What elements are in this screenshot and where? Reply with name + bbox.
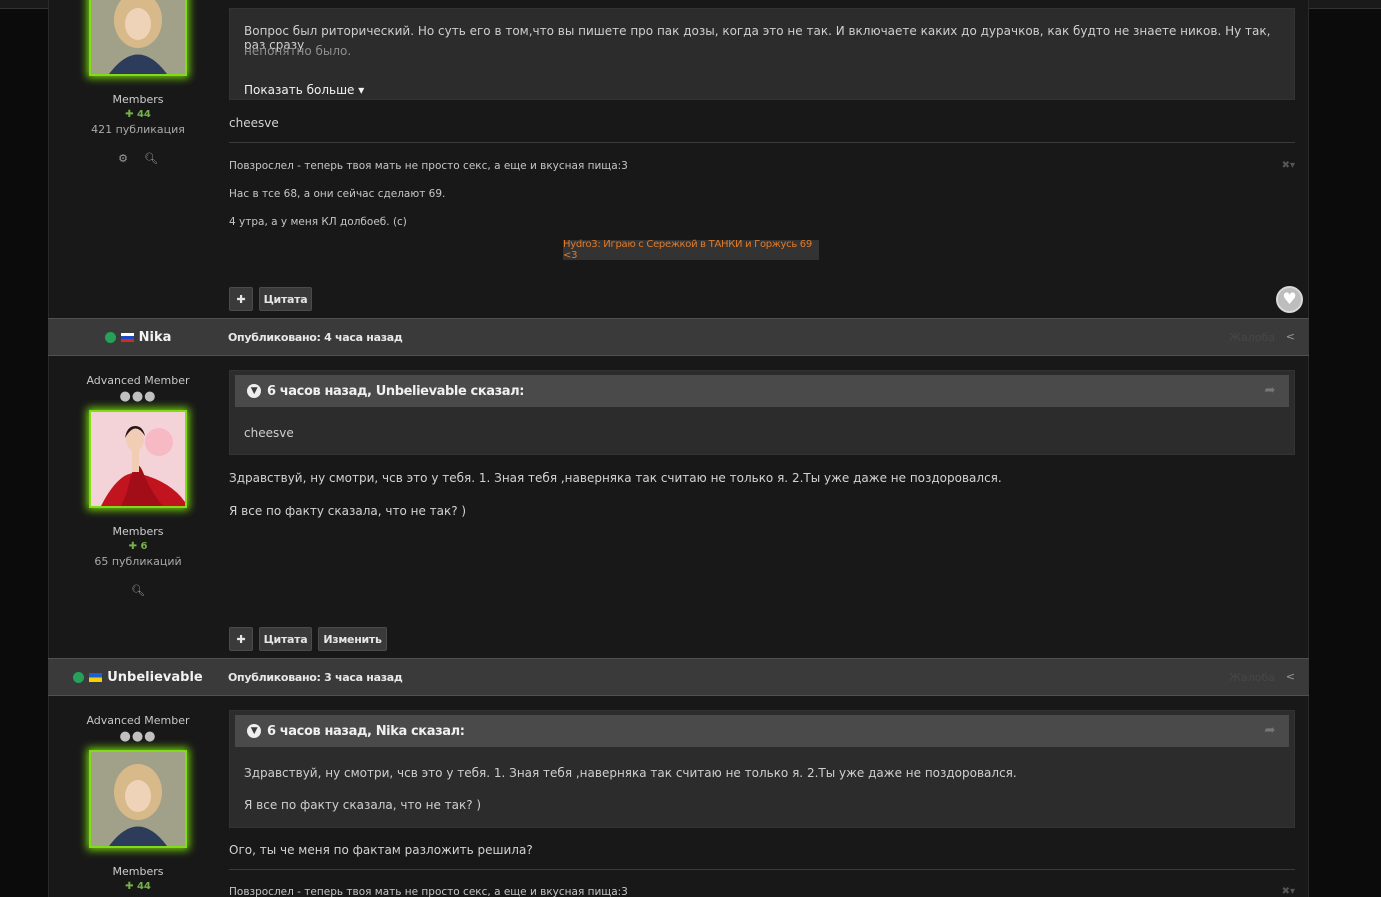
member-rank: Advanced Member xyxy=(86,714,190,727)
post-body: Ого, ты че меня по фактам разложить реши… xyxy=(229,843,533,857)
signature-separator xyxy=(229,142,1295,143)
quote-text-line: Я все по факту сказала, что не так? ) xyxy=(244,798,482,812)
report-link[interactable]: Жалоба xyxy=(1229,331,1275,344)
post-date: Опубликовано: 3 часа назад xyxy=(228,670,403,684)
member-group: Members xyxy=(112,93,164,106)
chevron-down-icon[interactable]: ▼ xyxy=(247,724,261,738)
quote-block: Вопрос был риторический. Но суть его в т… xyxy=(229,8,1295,100)
signature-line: 4 утра, а у меня КЛ долбоеб. (с) xyxy=(229,216,407,228)
post-body: cheesve xyxy=(229,116,279,130)
quote-header[interactable]: ▼ 6 часов назад, Unbelievable сказал: ➦ xyxy=(235,375,1289,407)
signature-separator xyxy=(229,869,1295,870)
post-date: Опубликовано: 4 часа назад xyxy=(228,330,403,344)
plus-circle-icon: ✚ xyxy=(125,109,137,120)
reputation: ✚ 6 xyxy=(128,541,148,552)
signature-line: Повзрослел - теперь твоя мать не просто … xyxy=(229,886,628,897)
rank-pips: ●●● xyxy=(119,389,157,404)
post-count: 65 публикаций xyxy=(94,555,182,568)
member-group: Members xyxy=(112,865,164,878)
post-body-line: Я все по факту сказала, что не так? ) xyxy=(229,504,467,518)
online-status-icon xyxy=(73,671,85,683)
member-rank: Advanced Member xyxy=(86,374,190,387)
forward-icon[interactable]: ➦ xyxy=(1265,723,1276,738)
search-icon[interactable]: 🔍︎ xyxy=(144,152,158,165)
quote-text-line: непонятно было. xyxy=(244,44,352,58)
avatar[interactable] xyxy=(89,0,187,76)
post2-author-panel: Advanced Member ●●● Members ✚ 6 65 публи… xyxy=(48,374,228,597)
avatar[interactable] xyxy=(89,750,187,848)
quote-button[interactable]: Цитата xyxy=(259,627,312,651)
signature-hide-icon[interactable]: ✖▾ xyxy=(1282,886,1295,897)
multiquote-button[interactable]: ✚ xyxy=(229,287,253,311)
forward-icon[interactable]: ➦ xyxy=(1265,383,1276,398)
author-name[interactable]: Unbelievable xyxy=(48,659,228,695)
quote-text-line: Здравствуй, ну смотри, чсв это у тебя. 1… xyxy=(244,766,1017,780)
author-name[interactable]: Nika xyxy=(48,319,228,355)
rank-pips: ●●● xyxy=(119,729,157,744)
signature-banner: Hydro3: Играю с Сережкой в ТАНКИ и Горжу… xyxy=(563,239,819,261)
show-more-link[interactable]: Показать больше ▾ xyxy=(244,83,364,97)
post-count: 421 публикация xyxy=(91,123,185,136)
avatar-image xyxy=(91,752,185,846)
post1-author-panel: Members ✚ 44 421 публикация ⚙ 🔍︎ xyxy=(48,0,228,165)
post3-author-panel: Advanced Member ●●● Members ✚ 44 xyxy=(48,714,228,892)
avatar-image xyxy=(91,0,185,74)
chevron-down-icon[interactable]: ▼ xyxy=(247,384,261,398)
avatar-image xyxy=(91,412,185,506)
multiquote-button[interactable]: ✚ xyxy=(229,627,253,651)
caret-down-icon: ▾ xyxy=(358,83,365,97)
post-header: Nika Опубликовано: 4 часа назад Жалоба < xyxy=(48,318,1309,356)
signature-line: Повзрослел - теперь твоя мать не просто … xyxy=(229,160,628,172)
reputation: ✚ 44 xyxy=(125,109,151,120)
post-body-line: Здравствуй, ну смотри, чсв это у тебя. 1… xyxy=(229,471,1002,485)
plus-circle-icon: ✚ xyxy=(128,541,141,552)
quote-text: cheesve xyxy=(244,426,294,440)
search-icon[interactable]: 🔍︎ xyxy=(131,584,145,597)
signature-hide-icon[interactable]: ✖▾ xyxy=(1282,160,1295,171)
avatar[interactable] xyxy=(89,410,187,508)
plus-circle-icon: ✚ xyxy=(125,881,137,892)
flag-ru-icon xyxy=(120,332,134,342)
member-group: Members xyxy=(112,525,164,538)
report-link[interactable]: Жалоба xyxy=(1229,671,1275,684)
settings-icon[interactable]: ⚙ xyxy=(118,152,128,165)
edit-button[interactable]: Изменить xyxy=(318,627,387,651)
author-icons: ⚙ 🔍︎ xyxy=(48,152,228,165)
share-icon[interactable]: < xyxy=(1286,330,1295,343)
quote-block: ▼ 6 часов назад, Unbelievable сказал: ➦ ch… xyxy=(229,370,1295,455)
author-icons: 🔍︎ xyxy=(48,584,228,597)
quote-header[interactable]: ▼ 6 часов назад, Nika сказал: ➦ xyxy=(235,715,1289,747)
flag-ua-icon xyxy=(89,672,103,682)
online-status-icon xyxy=(104,331,116,343)
post-header: Unbelievable Опубликовано: 3 часа назад … xyxy=(48,658,1309,696)
quote-button[interactable]: Цитата xyxy=(259,287,312,311)
share-icon[interactable]: < xyxy=(1286,670,1295,683)
forum-page: Members ✚ 44 421 публикация ⚙ 🔍︎ Вопрос б… xyxy=(0,0,1381,897)
heart-icon[interactable]: ♥ xyxy=(1276,286,1303,313)
quote-text-line: Вопрос был риторический. Но суть его в т… xyxy=(244,24,1271,52)
quote-block: ▼ 6 часов назад, Nika сказал: ➦ Здравствуй… xyxy=(229,710,1295,828)
reputation: ✚ 44 xyxy=(125,881,151,892)
signature-line: Нас в тсе 68, а они сейчас сделают 69. xyxy=(229,188,446,200)
